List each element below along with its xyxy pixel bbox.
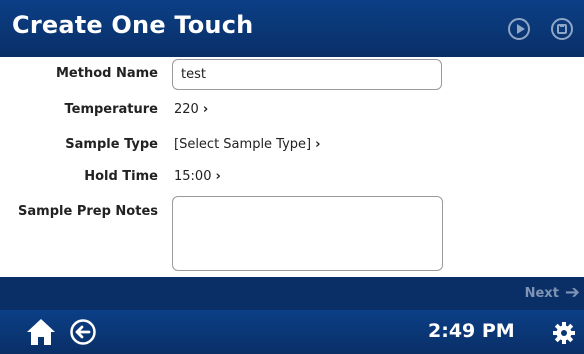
clock: 2:49 PM xyxy=(428,320,515,342)
sample-type-label: Sample Type xyxy=(65,137,158,152)
navigation-bar: Next ➔ xyxy=(0,277,584,310)
chevron-right-icon: › xyxy=(315,137,321,152)
arrow-right-icon: ➔ xyxy=(564,282,580,303)
home-icon[interactable] xyxy=(26,318,56,346)
method-form: Method Name Temperature 220› Sample Type… xyxy=(0,57,584,277)
hold-time-label: Hold Time xyxy=(84,169,158,184)
play-icon[interactable] xyxy=(508,18,530,40)
next-label: Next xyxy=(524,285,559,301)
back-arrow-icon[interactable] xyxy=(70,319,96,345)
method-name-label: Method Name xyxy=(55,66,158,81)
hold-time-value-text: 15:00 xyxy=(174,169,212,184)
title-bar: Create One Touch xyxy=(0,0,584,57)
page-title: Create One Touch xyxy=(12,11,254,39)
temperature-value-text: 220 xyxy=(174,102,199,117)
temperature-value[interactable]: 220 › xyxy=(174,102,208,117)
sample-type-value[interactable]: [Select Sample Type] › xyxy=(174,137,320,152)
gear-icon[interactable] xyxy=(553,322,575,344)
chevron-right-icon: › xyxy=(202,102,209,117)
temperature-label: Temperature xyxy=(64,102,158,117)
method-name-input[interactable] xyxy=(172,59,442,90)
status-bar: 2:49 PM xyxy=(0,310,584,354)
sample-prep-notes-textarea[interactable] xyxy=(172,196,443,271)
sample-prep-notes-label: Sample Prep Notes xyxy=(18,204,158,219)
next-button[interactable]: Next ➔ xyxy=(525,284,580,302)
save-icon[interactable] xyxy=(551,18,573,40)
sample-type-value-text: [Select Sample Type] xyxy=(174,137,312,152)
hold-time-value[interactable]: 15:00 › xyxy=(174,169,221,184)
chevron-right-icon: › xyxy=(215,169,221,184)
